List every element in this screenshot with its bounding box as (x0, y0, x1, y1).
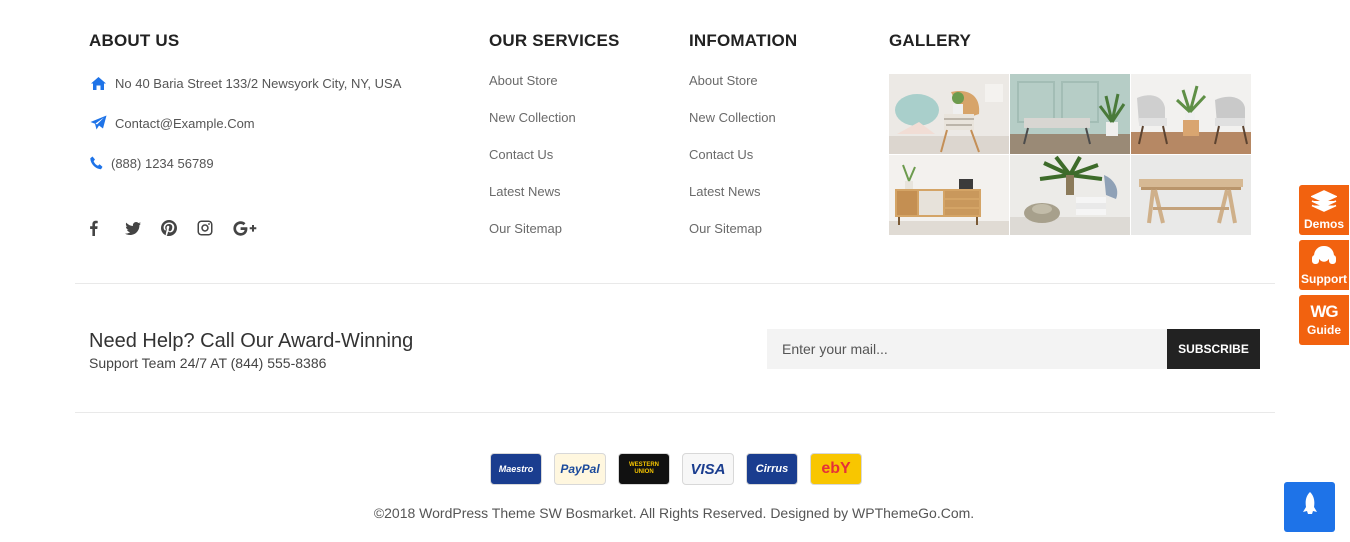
services-links: About Store New Collection Contact Us La… (489, 72, 576, 257)
service-link-our-sitemap[interactable]: Our Sitemap (489, 220, 576, 257)
divider-bottom (75, 412, 1275, 413)
service-link-new-collection[interactable]: New Collection (489, 109, 576, 146)
service-link-contact-us[interactable]: Contact Us (489, 146, 576, 183)
twitter-icon[interactable] (125, 218, 161, 238)
gallery-image-sideboard[interactable] (889, 155, 1009, 235)
cirrus-card-icon: Cirrus (746, 453, 798, 485)
wg-logo-icon: WG (1310, 302, 1338, 321)
about-title: ABOUT US (89, 31, 180, 50)
gallery-image-armchair[interactable] (1131, 74, 1251, 154)
paypal-label: PayPal (560, 462, 600, 476)
address-text: No 40 Baria Street 133/2 Newsyork City, … (115, 75, 402, 91)
gallery-grid (889, 74, 1252, 236)
newsletter-email-input[interactable] (767, 329, 1167, 369)
support-button[interactable]: Support (1299, 240, 1349, 290)
gallery-image-plant-vase[interactable] (1010, 155, 1130, 235)
demos-button[interactable]: Demos (1299, 185, 1349, 235)
guide-button[interactable]: WG Guide (1299, 295, 1349, 345)
scroll-to-top-button[interactable] (1284, 482, 1335, 532)
info-link-our-sitemap[interactable]: Our Sitemap (689, 220, 776, 257)
pinterest-icon[interactable] (161, 218, 197, 238)
social-links (89, 218, 269, 238)
help-title: Need Help? Call Our Award-Winning (89, 330, 414, 352)
info-link-contact-us[interactable]: Contact Us (689, 146, 776, 183)
ebay-label: ebY (821, 460, 851, 477)
service-link-latest-news[interactable]: Latest News (489, 183, 576, 220)
paypal-card-icon: PayPal (554, 453, 606, 485)
copyright-text: ©2018 WordPress Theme SW Bosmarket. All … (0, 505, 1350, 521)
rocket-icon (1300, 491, 1320, 523)
address-row: No 40 Baria Street 133/2 Newsyork City, … (89, 75, 401, 91)
email-row[interactable]: Contact@Example.Com (89, 115, 255, 131)
paper-plane-icon (89, 115, 107, 131)
demos-label: Demos (1303, 216, 1344, 231)
layers-icon (1310, 189, 1338, 215)
guide-label: Guide (1306, 323, 1341, 337)
info-link-new-collection[interactable]: New Collection (689, 109, 776, 146)
maestro-card-icon: Maestro (490, 453, 542, 485)
western-union-card-icon: WESTERN UNION (618, 453, 670, 485)
home-icon (89, 75, 107, 91)
instagram-icon[interactable] (197, 218, 233, 238)
phone-text[interactable]: (888) 1234 56789 (111, 156, 214, 171)
gallery-image-bench[interactable] (1010, 74, 1130, 154)
services-title: OUR SERVICES (489, 31, 620, 50)
email-text[interactable]: Contact@Example.Com (115, 116, 255, 131)
help-subtitle: Support Team 24/7 AT (844) 555-8386 (89, 355, 327, 371)
headset-icon (1311, 245, 1337, 270)
visa-label: VISA (690, 460, 726, 478)
copyright-label: ©2018 WordPress Theme SW Bosmarket. All … (373, 505, 975, 521)
facebook-icon[interactable] (89, 218, 125, 238)
google-plus-icon[interactable] (233, 218, 269, 238)
western-union-label: WESTERN UNION (629, 462, 659, 475)
information-links: About Store New Collection Contact Us La… (689, 72, 776, 257)
info-link-about-store[interactable]: About Store (689, 72, 776, 109)
payment-methods: Maestro PayPal WESTERN UNION VISA Cirrus… (490, 453, 862, 485)
support-label: Support (1301, 271, 1347, 286)
info-link-latest-news[interactable]: Latest News (689, 183, 776, 220)
information-title: INFOMATION (689, 31, 798, 50)
gallery-image-wooden-table[interactable] (1131, 155, 1251, 235)
phone-icon (89, 155, 103, 171)
divider-top (75, 283, 1275, 284)
gallery-title: GALLERY (889, 31, 971, 50)
cirrus-label: Cirrus (755, 463, 789, 475)
gallery-image-chair[interactable] (889, 74, 1009, 154)
ebay-card-icon: ebY (810, 453, 862, 485)
phone-row[interactable]: (888) 1234 56789 (89, 155, 214, 171)
subscribe-button[interactable]: SUBSCRIBE (1167, 329, 1260, 369)
service-link-about-store[interactable]: About Store (489, 72, 576, 109)
visa-card-icon: VISA (682, 453, 734, 485)
maestro-label: Maestro (498, 464, 534, 474)
